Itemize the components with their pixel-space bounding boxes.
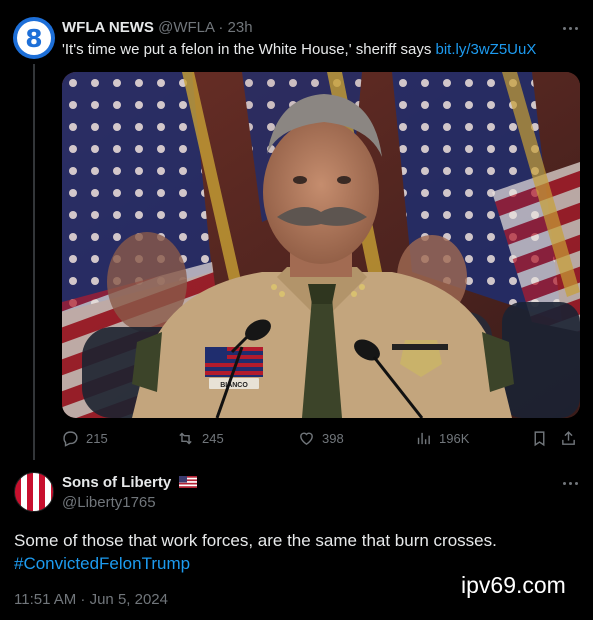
like-icon bbox=[300, 432, 313, 446]
bookmark-icon bbox=[534, 431, 545, 447]
tweet-photo[interactable]: BIANCO bbox=[62, 72, 580, 418]
reply-author: Sons of Liberty bbox=[62, 474, 198, 492]
wfla-avatar[interactable]: 8 bbox=[13, 17, 55, 59]
us-flag-icon bbox=[179, 476, 198, 488]
views-icon bbox=[417, 432, 430, 445]
reply-hashtag[interactable]: #ConvictedFelonTrump bbox=[14, 552, 190, 575]
tweet-link[interactable]: bit.ly/3wZ5UuX bbox=[435, 41, 536, 58]
sons-of-liberty-avatar[interactable] bbox=[14, 472, 54, 512]
tweet-time[interactable]: 23h bbox=[228, 19, 253, 36]
tweet-header: WFLA NEWS @WFLA · 23h bbox=[62, 19, 253, 37]
watermark: ipv69.com bbox=[461, 572, 566, 598]
reply-count: 215 bbox=[86, 431, 108, 446]
views-button[interactable]: 196K bbox=[415, 430, 469, 447]
reply-button[interactable]: 215 bbox=[62, 430, 108, 447]
reply-icon bbox=[63, 431, 78, 447]
author-name[interactable]: WFLA NEWS bbox=[62, 19, 154, 36]
share-icon bbox=[562, 431, 575, 445]
bookmark-button[interactable] bbox=[532, 430, 547, 447]
more-icon[interactable] bbox=[560, 23, 580, 33]
share-button[interactable] bbox=[560, 430, 577, 447]
wfla-logo-glyph: 8 bbox=[25, 23, 43, 53]
reply-timestamp[interactable]: 11:51 AM · Jun 5, 2024 bbox=[14, 591, 168, 609]
tweet-text: 'It's time we put a felon in the White H… bbox=[62, 41, 536, 59]
tweet-text-body: 'It's time we put a felon in the White H… bbox=[62, 41, 436, 58]
reply-more-icon[interactable] bbox=[560, 478, 580, 488]
retweet-button[interactable]: 245 bbox=[176, 430, 224, 447]
reply-author-name[interactable]: Sons of Liberty bbox=[62, 474, 171, 491]
reply-text: Some of those that work forces, are the … bbox=[14, 531, 497, 550]
like-button[interactable]: 398 bbox=[298, 430, 344, 447]
views-count: 196K bbox=[439, 431, 470, 446]
like-count: 398 bbox=[322, 431, 344, 446]
sheriff-photo-illustration: BIANCO bbox=[62, 72, 580, 418]
retweet-count: 245 bbox=[202, 431, 224, 446]
wfla-logo-ring: 8 bbox=[17, 21, 51, 55]
reply-author-handle[interactable]: @Liberty1765 bbox=[62, 494, 156, 512]
thread-connector-line bbox=[33, 64, 35, 460]
author-handle[interactable]: @WFLA bbox=[158, 19, 214, 36]
retweet-icon bbox=[179, 432, 192, 445]
header-separator: · bbox=[214, 19, 228, 36]
nameplate-text: BIANCO bbox=[220, 382, 248, 389]
